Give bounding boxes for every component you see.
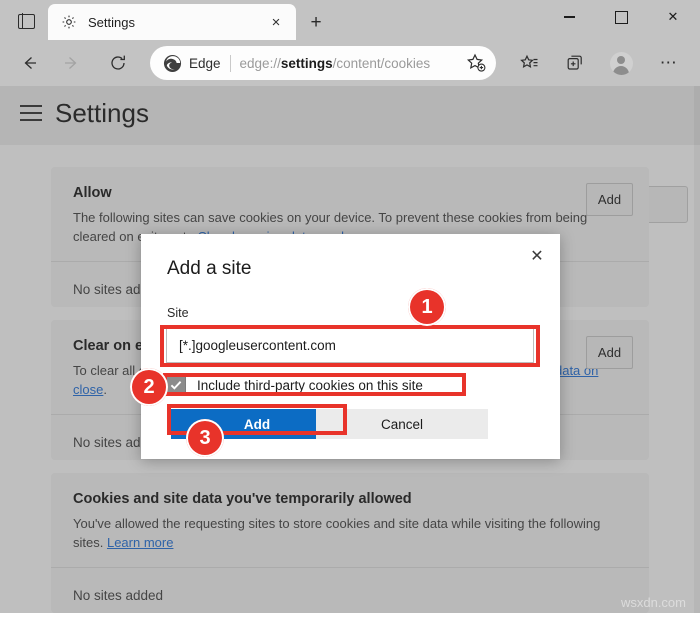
close-window-button[interactable]: ✕: [650, 0, 696, 34]
omnibox-divider: [230, 55, 231, 72]
gear-icon: [61, 14, 77, 30]
learn-more-link[interactable]: Learn more: [107, 535, 173, 550]
arrow-left-icon: [19, 53, 39, 73]
collections-icon: [565, 53, 585, 73]
omnibox-url: edge://settings/content/cookies: [240, 56, 465, 71]
section-description: You've allowed the requesting sites to s…: [73, 515, 618, 553]
section-title: Allow: [73, 185, 627, 201]
title-bar: Settings × + ✕: [0, 0, 700, 40]
page-scrollbar[interactable]: [694, 86, 700, 613]
annotation-badge-2: 2: [130, 368, 168, 406]
back-button[interactable]: [14, 48, 44, 78]
settings-header: Settings: [0, 86, 700, 145]
site-field-label: Site: [167, 306, 189, 320]
section-title: Cookies and site data you've temporarily…: [73, 491, 627, 507]
forward-button[interactable]: [57, 48, 87, 78]
section-temporarily-allowed: Cookies and site data you've temporarily…: [51, 473, 649, 613]
annotation-badge-3: 3: [186, 419, 224, 457]
favorites-hub-icon: [519, 53, 539, 73]
favorites-button[interactable]: [515, 49, 543, 77]
address-bar[interactable]: Edge edge://settings/content/cookies: [150, 46, 496, 80]
add-site-button-allow[interactable]: Add: [586, 183, 633, 216]
omnibox-site-label: Edge: [189, 56, 221, 71]
collections-button[interactable]: [561, 49, 589, 77]
third-party-cookies-checkbox-row[interactable]: Include third-party cookies on this site: [166, 375, 423, 395]
browser-tab-settings[interactable]: Settings ×: [48, 4, 296, 40]
refresh-icon: [108, 53, 128, 73]
third-party-cookies-checkbox[interactable]: [166, 375, 186, 395]
url-suffix: /content/cookies: [333, 56, 431, 71]
edge-logo-icon: [163, 54, 182, 73]
add-site-button-clear-on-exit[interactable]: Add: [586, 336, 633, 369]
url-emphasis: settings: [281, 56, 333, 71]
watermark: wsxdn.com: [621, 595, 686, 610]
add-favorite-star-icon[interactable]: [465, 52, 487, 74]
profile-avatar-icon: [610, 52, 633, 75]
hamburger-menu-icon[interactable]: [20, 105, 42, 123]
new-tab-button[interactable]: +: [303, 9, 329, 35]
page-title: Settings: [55, 98, 149, 129]
browser-window: Settings × + ✕: [0, 0, 700, 613]
url-prefix: edge://: [240, 56, 281, 71]
tab-actions-icon[interactable]: [14, 10, 38, 32]
reload-button[interactable]: [103, 48, 133, 78]
tab-title: Settings: [88, 15, 264, 30]
close-tab-icon[interactable]: ×: [264, 10, 288, 34]
section-temp-header: Cookies and site data you've temporarily…: [51, 473, 649, 568]
close-dialog-icon[interactable]: ✕: [522, 241, 552, 271]
section-temp-body: No sites added: [51, 568, 649, 623]
checkmark-icon: [169, 378, 183, 392]
third-party-cookies-label: Include third-party cookies on this site: [197, 378, 423, 393]
minimize-window-button[interactable]: [546, 0, 592, 34]
arrow-right-icon: [62, 53, 82, 73]
navigation-toolbar: Edge edge://settings/content/cookies: [0, 40, 700, 86]
site-input-value: [*.]googleusercontent.com: [179, 338, 336, 353]
dialog-title: Add a site: [167, 258, 252, 280]
section-description-tail: .: [103, 382, 107, 397]
profile-button[interactable]: [607, 49, 635, 77]
dialog-cancel-button[interactable]: Cancel: [316, 409, 488, 439]
settings-and-more-button[interactable]: ⋯: [655, 49, 683, 77]
annotation-badge-1: 1: [408, 288, 446, 326]
site-input[interactable]: [*.]googleusercontent.com: [166, 327, 534, 363]
maximize-window-button[interactable]: [598, 0, 644, 34]
